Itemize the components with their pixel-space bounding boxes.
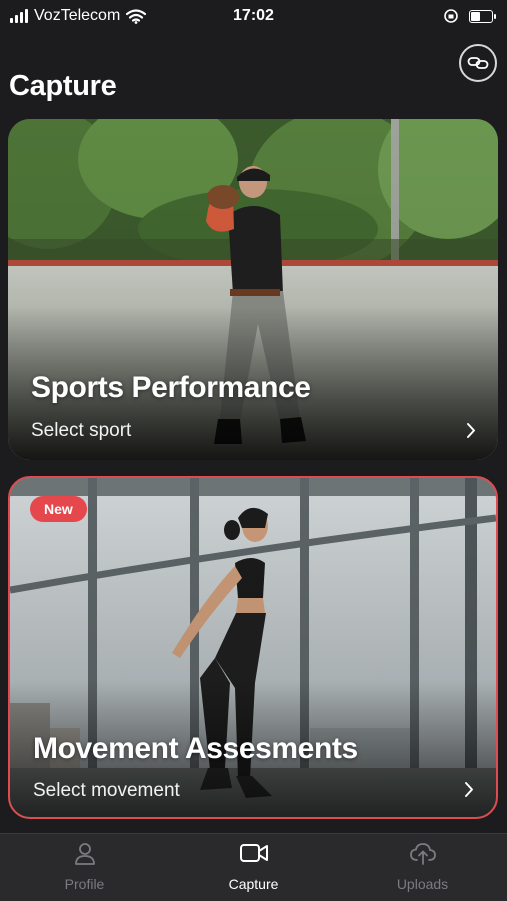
sports-performance-card[interactable]: Sports Performance Select sport [8, 119, 498, 460]
baseball-player-photo [8, 119, 498, 460]
tab-profile[interactable]: Profile [0, 834, 169, 901]
tab-label: Profile [64, 876, 105, 892]
link-button[interactable] [459, 44, 497, 82]
cloud-upload-icon [409, 843, 436, 865]
movement-assessments-card[interactable]: New Movement Assesments Select movement [8, 476, 498, 819]
tab-uploads[interactable]: Uploads [338, 834, 507, 901]
status-right [443, 8, 496, 24]
card-title: Sports Performance [31, 371, 311, 404]
tab-capture[interactable]: Capture [169, 834, 338, 901]
status-bar: VozTelecom 17:02 [0, 0, 507, 34]
orientation-lock-icon [444, 9, 458, 23]
new-badge: New [30, 496, 87, 522]
woman-jumping-photo [10, 478, 496, 817]
card-title: Movement Assesments [33, 732, 358, 765]
card-subtitle: Select sport [31, 420, 132, 441]
tab-label: Capture [228, 876, 279, 892]
tab-label: Uploads [396, 876, 449, 892]
person-icon [74, 843, 95, 865]
tab-bar: Profile Capture Uploads [0, 833, 507, 901]
page-title: Capture [9, 70, 117, 102]
link-icon [467, 57, 489, 69]
video-camera-icon [239, 844, 268, 862]
battery-icon [469, 9, 496, 23]
chevron-right-icon[interactable] [464, 781, 474, 798]
chevron-right-icon[interactable] [466, 422, 476, 439]
status-time: 17:02 [233, 7, 274, 24]
card-subtitle: Select movement [33, 780, 180, 801]
